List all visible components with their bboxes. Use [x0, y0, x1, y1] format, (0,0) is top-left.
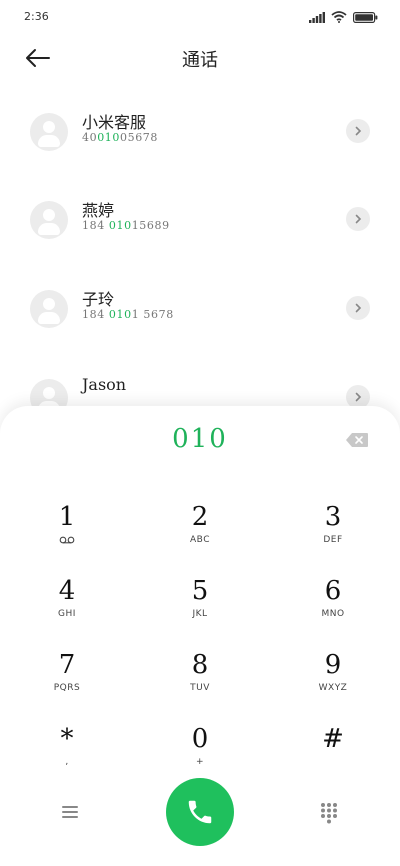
phone-icon — [188, 800, 212, 824]
contact-item[interactable]: 子玲 184 0101 5678 — [0, 290, 400, 354]
contact-name: 小米客服 — [82, 113, 147, 132]
key-0[interactable]: 0 + — [150, 724, 250, 780]
chevron-right-icon[interactable] — [346, 296, 370, 320]
page-title: 通话 — [182, 50, 218, 71]
status-icons — [309, 11, 378, 23]
backspace-icon[interactable] — [346, 433, 368, 447]
key-hash[interactable]: # — [283, 724, 383, 780]
key-1[interactable]: 1 — [17, 502, 117, 558]
dial-input[interactable]: 010 — [0, 424, 400, 454]
menu-icon[interactable] — [60, 804, 80, 820]
key-star[interactable]: * , — [17, 724, 117, 780]
key-8[interactable]: 8 TUV — [150, 650, 250, 706]
contact-number: 184 0101 5678 — [82, 308, 174, 321]
contact-item[interactable]: 燕婷 184 01015689 — [0, 201, 400, 265]
bottom-action-bar — [0, 778, 400, 848]
status-bar: 2:36 — [0, 0, 400, 34]
battery-icon — [353, 11, 378, 23]
key-3[interactable]: 3 DEF — [283, 502, 383, 558]
chevron-right-icon[interactable] — [346, 119, 370, 143]
key-6[interactable]: 6 MNO — [283, 576, 383, 632]
status-time: 2:36 — [24, 10, 49, 23]
dialpad-grid-icon[interactable] — [320, 802, 338, 824]
header: 通话 — [0, 34, 400, 80]
contact-number: 4001005678 — [82, 131, 158, 144]
key-5[interactable]: 5 JKL — [150, 576, 250, 632]
key-2[interactable]: 2 ABC — [150, 502, 250, 558]
key-4[interactable]: 4 GHI — [17, 576, 117, 632]
contact-name: 子玲 — [82, 290, 115, 309]
contact-item[interactable]: 小米客服 4001005678 — [0, 113, 400, 177]
wifi-icon — [331, 11, 347, 23]
avatar — [30, 113, 68, 151]
key-7[interactable]: 7 PQRS — [17, 650, 117, 706]
avatar — [30, 290, 68, 328]
contact-name: 燕婷 — [82, 201, 115, 220]
avatar — [30, 201, 68, 239]
signal-icon — [309, 11, 325, 23]
contact-number: 184 01015689 — [82, 219, 170, 232]
voicemail-icon — [59, 536, 75, 544]
chevron-right-icon[interactable] — [346, 207, 370, 231]
call-button[interactable] — [166, 778, 234, 846]
contact-name: Jason — [82, 375, 127, 394]
key-9[interactable]: 9 WXYZ — [283, 650, 383, 706]
